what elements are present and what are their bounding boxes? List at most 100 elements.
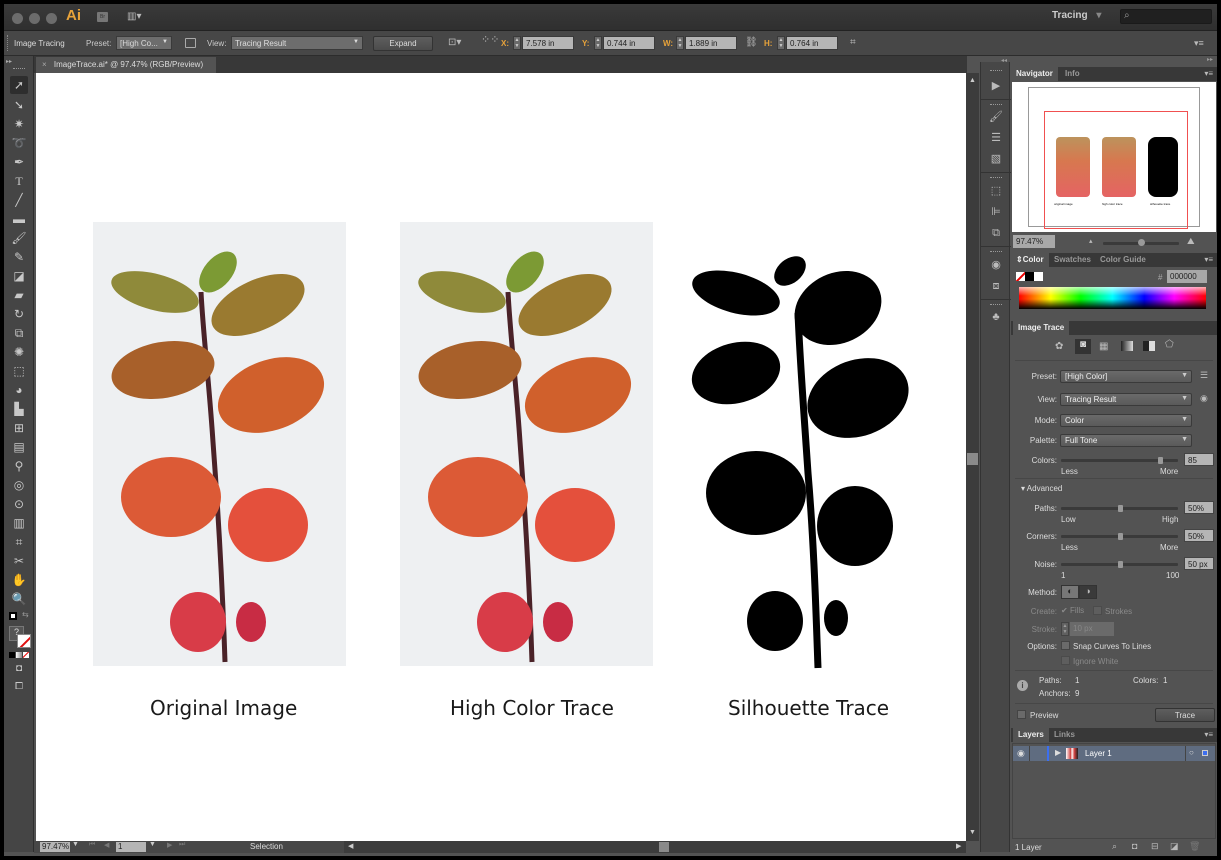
expand-dock-icon[interactable]: ◂◂ (1001, 57, 1007, 64)
artboard-canvas[interactable]: Original Image High Color Trace Silhouet… (36, 73, 966, 841)
grip-handle[interactable] (7, 35, 9, 51)
eyedropper-tool-icon[interactable]: ⚲ (10, 457, 28, 475)
artboard-tool-icon[interactable]: ⌗ (10, 533, 28, 551)
zoom-window-button[interactable] (46, 13, 57, 24)
grip-handle[interactable] (990, 70, 1002, 72)
actions-panel-icon[interactable]: ▶ (988, 78, 1004, 94)
default-fill-stroke-icon[interactable] (9, 612, 17, 620)
arrange-documents-button[interactable]: ▥▾ (127, 11, 149, 23)
collapse-panels-icon[interactable]: ▸▸ (1207, 56, 1213, 63)
vertical-scroll-thumb[interactable] (967, 453, 978, 465)
help-search-input[interactable]: ⌕ (1120, 9, 1212, 24)
symbol-sprayer-tool-icon[interactable]: ⊙ (10, 495, 28, 513)
noise-value-field[interactable]: 50 px (1184, 557, 1214, 570)
last-artboard-icon[interactable]: ⏭ (179, 841, 185, 849)
high-color-trace-image[interactable] (400, 222, 653, 666)
tab-info[interactable]: Info (1060, 67, 1085, 81)
panel-menu-icon[interactable]: ▾≡ (1204, 730, 1213, 739)
clipping-mask-icon[interactable]: ◘ (1132, 841, 1137, 851)
blend-tool-icon[interactable]: ◎ (10, 476, 28, 494)
layer-row[interactable]: ◉ ▶ Layer 1 ○ (1013, 746, 1215, 761)
selection-tool-icon[interactable]: ➚ (10, 76, 28, 94)
trace-mode-dropdown[interactable]: Color ▼ (1060, 414, 1192, 427)
gradient-panel-icon[interactable]: ▧ (988, 151, 1004, 167)
shape-builder-tool-icon[interactable]: ◕ (10, 381, 28, 399)
control-bar-menu-icon[interactable]: ▾≡ (1194, 38, 1204, 49)
tab-image-trace[interactable]: Image Trace (1013, 321, 1070, 335)
artboard-number-field[interactable]: 1 (116, 842, 146, 852)
original-image[interactable] (93, 222, 346, 666)
stroke-swatch[interactable] (17, 634, 31, 648)
noise-slider-thumb[interactable] (1117, 561, 1123, 568)
tab-links[interactable]: Links (1049, 728, 1080, 742)
expand-layer-icon[interactable]: ▶ (1055, 748, 1061, 757)
symbols-panel-icon[interactable]: ♣ (988, 309, 1004, 325)
stroke-width-field[interactable]: 10 px (1070, 622, 1114, 636)
black-white-preset-icon[interactable] (1143, 341, 1155, 351)
preset-list-icon[interactable] (185, 38, 196, 48)
target-circle-icon[interactable]: ○ (1189, 748, 1194, 757)
magic-wand-tool-icon[interactable]: ✷ (10, 115, 28, 133)
tab-color-guide[interactable]: Color Guide (1095, 253, 1151, 267)
minimize-window-button[interactable] (29, 13, 40, 24)
mesh-tool-icon[interactable]: ⊞ (10, 419, 28, 437)
visibility-eye-icon[interactable]: ◉ (1017, 748, 1025, 759)
w-field[interactable]: 1.889 in (685, 36, 737, 50)
collapse-icon[interactable]: ▸▸ (6, 58, 12, 65)
previous-artboard-icon[interactable]: ◀ (104, 841, 109, 849)
panel-menu-icon[interactable]: ▾≡ (1204, 69, 1213, 78)
constrain-link-icon[interactable]: ⛓ (745, 37, 758, 48)
outline-preset-icon[interactable]: ⬠ (1165, 339, 1174, 350)
hand-tool-icon[interactable]: ✋ (10, 571, 28, 589)
y-stepper[interactable]: ▲ ▼ (594, 36, 602, 50)
perspective-grid-tool-icon[interactable]: ▙ (10, 400, 28, 418)
grayscale-preset-icon[interactable] (1121, 341, 1133, 351)
paintbrush-tool-icon[interactable]: 🖌 (10, 229, 28, 247)
transform-icon[interactable]: ⌗ (850, 37, 856, 48)
tab-navigator[interactable]: Navigator (1011, 67, 1058, 81)
high-color-preset-icon[interactable]: ◙ (1075, 339, 1091, 354)
auto-color-preset-icon[interactable]: ✿ (1055, 341, 1063, 352)
close-window-button[interactable] (12, 13, 23, 24)
brushes-panel-icon[interactable]: 🖌 (988, 109, 1004, 125)
delete-layer-icon[interactable]: 🗑 (1189, 841, 1200, 852)
tab-layers[interactable]: Layers (1013, 728, 1049, 742)
grip-handle[interactable] (990, 104, 1002, 106)
align-options-icon[interactable]: ⊡▾ (448, 37, 461, 48)
grip-handle[interactable] (990, 251, 1002, 253)
w-stepper[interactable]: ▲ ▼ (676, 36, 684, 50)
direct-selection-tool-icon[interactable]: ➘ (10, 96, 28, 114)
overlapping-method-button[interactable]: ◑ (1079, 585, 1097, 599)
zoom-level-field[interactable]: 97.47% (40, 842, 70, 852)
current-tool-status[interactable]: Selection (250, 842, 283, 851)
horizontal-scrollbar[interactable]: ◀ ▶ (344, 841, 966, 853)
view-dropdown[interactable]: Tracing Result ▼ (231, 36, 363, 50)
tab-swatches[interactable]: Swatches (1049, 253, 1096, 267)
first-artboard-icon[interactable]: ⏮ (89, 841, 95, 849)
drawing-mode-icon[interactable]: ◘ (10, 660, 28, 678)
selection-indicator[interactable] (1202, 750, 1208, 756)
graphic-styles-panel-icon[interactable]: ⧈ (988, 278, 1004, 294)
transform-panel-icon[interactable]: ⬚ (988, 183, 1004, 199)
low-color-preset-icon[interactable]: ▦ (1099, 341, 1108, 352)
trace-button[interactable]: Trace (1155, 708, 1215, 722)
color-spectrum[interactable] (1019, 287, 1206, 309)
scroll-left-icon[interactable]: ◀ (348, 842, 353, 850)
close-tab-icon[interactable]: × (42, 60, 47, 69)
align-panel-icon[interactable]: ⊫ (988, 204, 1004, 220)
grip-handle[interactable] (990, 304, 1002, 306)
strokes-checkbox[interactable] (1093, 606, 1102, 615)
x-field[interactable]: 7.578 in (522, 36, 574, 50)
reference-point-icon[interactable]: ⁘⁘ (481, 35, 499, 46)
colors-value-field[interactable]: 85 (1184, 453, 1214, 466)
swap-fill-stroke-icon[interactable]: ⇆ (22, 610, 29, 619)
new-sublayer-icon[interactable]: ⊟ (1151, 841, 1159, 852)
workspace-switcher[interactable]: Tracing ▾ (1052, 10, 1101, 21)
paths-slider-thumb[interactable] (1117, 505, 1123, 512)
preset-dropdown[interactable]: [High Co... ▼ (116, 36, 172, 50)
gradient-mode-icon[interactable] (16, 652, 22, 658)
trace-preset-dropdown[interactable]: [High Color] ▼ (1060, 370, 1192, 383)
h-field[interactable]: 0.764 in (786, 36, 838, 50)
y-field[interactable]: 0.744 in (603, 36, 655, 50)
x-stepper[interactable]: ▲ ▼ (513, 36, 521, 50)
